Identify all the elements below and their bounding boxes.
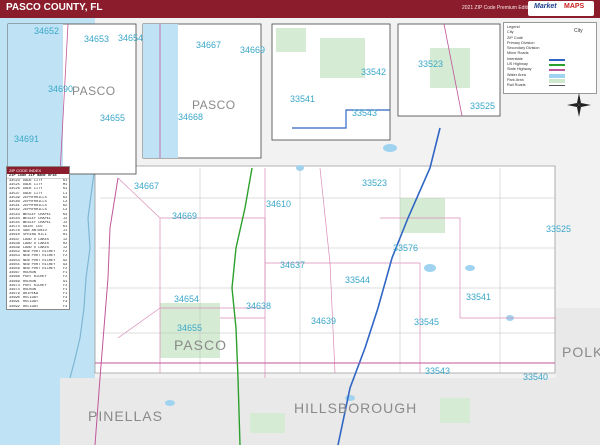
inset1-zip-34654: 34654 [118,33,144,43]
index-cell-zip: 34692 [9,304,20,309]
brand-maps: MAPS [564,3,585,10]
map-edition: 2021 ZIP Code Premium Edition [462,5,534,11]
legend-row-0: Legend [507,25,520,29]
zip-33576: 33576 [393,243,419,253]
zip-34654: 34654 [174,294,200,304]
title-bar: PASCO COUNTY, FL 2021 ZIP Code Premium E… [0,0,600,18]
legend-row-10: Park Area [507,78,524,82]
zip-33545: 33545 [414,317,440,327]
inset3-zip-33543: 33543 [352,108,378,118]
county-label-pinellas: PINELLAS [88,408,163,424]
legend-city-label: City [574,28,583,34]
index-cell-name: HOLIDAY [23,304,39,309]
index-heading: ZIP CODE INDEX [7,167,69,174]
map-legend: Legend City ZIP Code Primary Division Se… [503,22,597,94]
zip-34669: 34669 [172,211,198,221]
legend-row-5: Minor Roads [507,51,529,55]
zip-34639: 34639 [311,316,337,326]
legend-swatch-rail [549,85,565,86]
inset3-zip-33541: 33541 [290,94,316,104]
brand-name: Market [534,3,557,10]
legend-row-1: City [507,30,514,34]
zip-code-index: ZIP CODE INDEX ZIP Code ZIP Name Grid 33… [6,166,70,310]
legend-row-7: US Highway [507,62,528,66]
zip-34638: 34638 [246,301,272,311]
zip-33544: 33544 [345,275,371,285]
county-label-pasco: PASCO [174,337,227,353]
zip-33540: 33540 [523,372,549,382]
zip-33525: 33525 [546,224,572,234]
zip-34655: 34655 [177,323,203,333]
inset3-zip-33542: 33542 [361,67,387,77]
legend-row-2: ZIP Code [507,36,523,40]
index-col-zip: ZIP Code [9,174,27,178]
inset1-zip-34655: 34655 [100,113,126,123]
inset1-zip-34653: 34653 [84,34,110,44]
zip-33543: 33543 [425,366,451,376]
inset1-zip-34690: 34690 [48,84,74,94]
legend-row-9: Water Area [507,73,526,77]
park-area-south [440,398,470,423]
legend-swatch-water [549,74,565,78]
legend-swatch-state-highway [549,69,565,71]
inset1-zip-34691: 34691 [14,134,40,144]
inset4-zip-33525: 33525 [470,101,496,111]
zip-33523: 33523 [362,178,388,188]
zip-34637: 34637 [280,260,306,270]
legend-swatch-park [549,79,565,83]
legend-row-6: Interstate [507,57,523,61]
zip-34667: 34667 [134,181,160,191]
lake-2 [383,144,397,152]
legend-swatch-interstate [549,59,565,61]
index-row: 34692 HOLIDAY F3 [7,305,69,309]
inset1-zip-34652: 34652 [34,26,60,36]
county-label-hillsborough: HILLSBOROUGH [294,400,418,416]
lake-3 [465,265,475,271]
compass-rose-icon [567,93,591,117]
polk-county-area [556,308,600,378]
inset1-county-pasco: PASCO [72,84,116,98]
index-col-name: ZIP Name [28,174,46,178]
legend-swatch-us-highway [549,64,565,66]
lake-6 [165,400,175,406]
inset2-county-pasco: PASCO [192,98,236,112]
inset4-zip-33523: 33523 [418,59,444,69]
legend-row-4: Secondary Division [507,46,540,50]
county-label-polk: POLK [562,344,600,360]
legend-row-3: Primary Division [507,41,535,45]
park-area-hillsborough [250,413,285,433]
lake-1 [424,264,436,272]
index-rows: 33523 DADE CITY K1 33525 DADE CITY M1 33526 DAD… [7,179,69,309]
park-area-north [400,198,445,233]
index-col-grid: Grid [47,174,57,178]
legend-row-8: State Highway [507,67,532,71]
zip-34610: 34610 [266,199,292,209]
map-title: PASCO COUNTY, FL [6,2,103,13]
index-cell-grid: F3 [63,304,68,309]
inset2-zip-34669: 34669 [240,45,266,55]
legend-row-11: Rail Roads [507,83,526,87]
brand-logo: Market MAPS [528,1,594,16]
inset2-zip-34667: 34667 [196,40,222,50]
inset2-zip-34668: 34668 [178,112,204,122]
zip-33541: 33541 [466,292,492,302]
